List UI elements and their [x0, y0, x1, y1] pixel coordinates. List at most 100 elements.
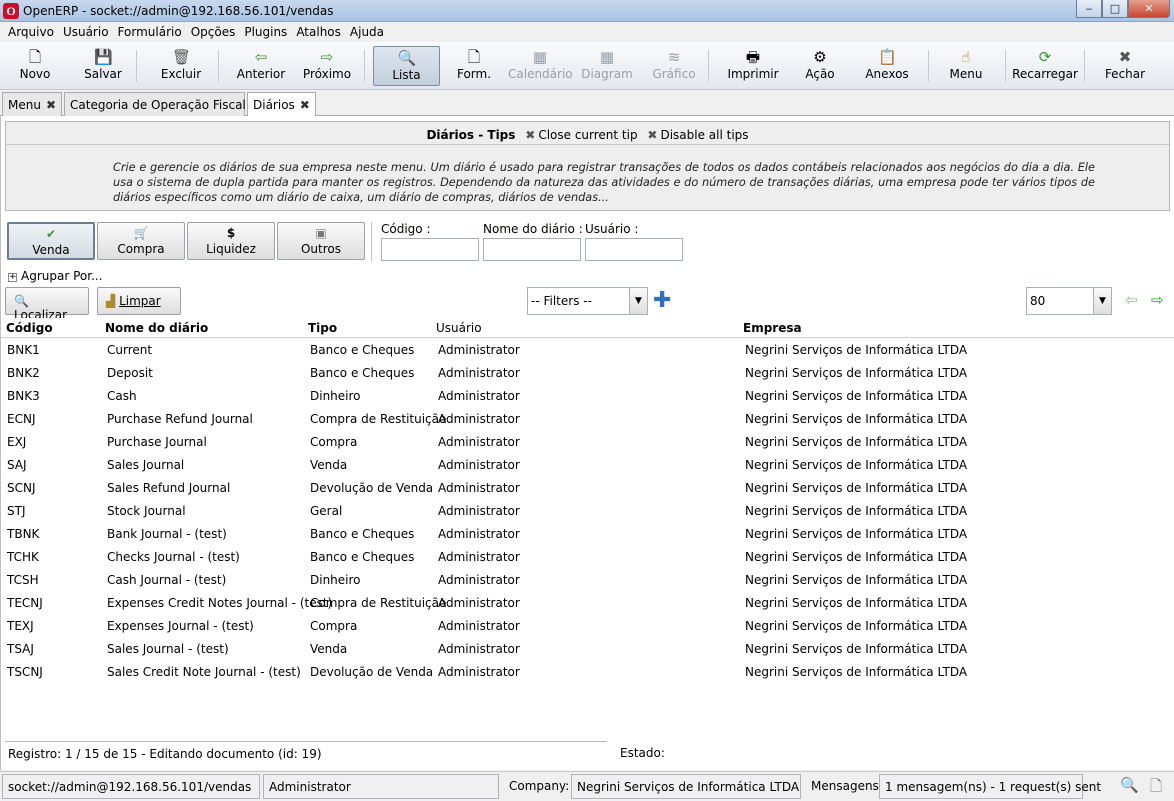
menu-formulario[interactable]: Formulário	[114, 22, 187, 42]
table-row[interactable]: STJ Stock Journal Geral Administrator Negrin…	[1, 499, 1174, 522]
close-current-tip-link[interactable]: ✖ Close current tip	[525, 128, 637, 142]
divider	[371, 222, 372, 262]
filter-liquidez-button[interactable]: $ Liquidez	[187, 222, 275, 260]
maximize-button[interactable]: □	[1102, 0, 1128, 18]
chart-icon: ≋	[667, 48, 681, 66]
window-close-button[interactable]: ✕	[1128, 0, 1170, 18]
toolbar-novo-button[interactable]: 🗋 Novo	[6, 46, 64, 86]
localizar-button[interactable]: 🔍 Localizar	[5, 287, 89, 322]
toolbar-acao-button[interactable]: ⚙ Ação	[794, 46, 846, 86]
toolbar-anexos-button[interactable]: 📋 Anexos	[860, 46, 914, 86]
column-header-empresa[interactable]: Empresa	[743, 321, 802, 335]
table-row[interactable]: TCHK Checks Journal - (test) Banco e Chequ…	[1, 545, 1174, 568]
limit-select[interactable]: 80 ▼	[1026, 287, 1112, 315]
reload-icon: ⟳	[1038, 48, 1052, 66]
menu-opcoes[interactable]: Opções	[187, 22, 241, 42]
disable-all-tips-link[interactable]: ✖ Disable all tips	[647, 128, 748, 142]
tab-categoria-operacao-fiscal[interactable]: Categoria de Operação Fiscal✖	[64, 92, 261, 116]
messages-status: 1 mensagem(ns) - 1 request(s) sent	[879, 774, 1101, 799]
box-icon: ▣	[315, 226, 327, 240]
close-tab-icon[interactable]: ✖	[46, 98, 56, 112]
cell-tipo: Compra de Restituição	[310, 596, 447, 610]
checkmark-icon: ✔	[45, 227, 57, 241]
cell-tipo: Compra	[310, 619, 358, 633]
tab-menu[interactable]: Menu ✖	[2, 92, 62, 116]
menu-usuario[interactable]: Usuário	[59, 22, 114, 42]
chevron-down-icon[interactable]: ▼	[1093, 288, 1111, 314]
cell-tipo: Dinheiro	[310, 389, 361, 403]
toolbar-excluir-button[interactable]: 🗑 Excluir	[150, 46, 212, 86]
table-row[interactable]: TEXJ Expenses Journal - (test) Compra Admin…	[1, 614, 1174, 637]
cell-tipo: Banco e Cheques	[310, 366, 415, 380]
cell-usuario: Administrator	[438, 596, 520, 610]
menu-atalhos[interactable]: Atalhos	[292, 22, 346, 42]
table-row[interactable]: SAJ Sales Journal Venda Administrator Negrin…	[1, 453, 1174, 476]
chevron-down-icon[interactable]: ▼	[629, 288, 647, 314]
toolbar-anterior-button[interactable]: ⇦ Anterior	[232, 46, 290, 86]
clipboard-icon: 📋	[878, 48, 897, 66]
cell-usuario: Administrator	[438, 619, 520, 633]
toolbar-lista-button[interactable]: 🔍 Lista	[373, 46, 440, 86]
table-row[interactable]: TSCNJ Sales Credit Note Journal - (test) D…	[1, 660, 1174, 683]
document-icon[interactable]: 🗋	[1150, 776, 1162, 801]
table-row[interactable]: TBNK Bank Journal - (test) Banco e Cheques…	[1, 522, 1174, 545]
add-filter-icon[interactable]: ✚	[653, 290, 671, 312]
cell-tipo: Banco e Cheques	[310, 343, 415, 357]
broom-icon: ▟	[106, 294, 116, 308]
menu-ajuda[interactable]: Ajuda	[346, 22, 389, 42]
filter-venda-button[interactable]: ✔ Venda	[7, 222, 95, 260]
table-row[interactable]: BNK2 Deposit Banco e Cheques Administrator N…	[1, 361, 1174, 384]
toolbar-salvar-button[interactable]: 💾 Salvar	[74, 46, 132, 86]
search-list-icon: 🔍	[397, 49, 417, 67]
cell-codigo: TCHK	[7, 550, 39, 564]
search-icon[interactable]: 🔍	[1120, 776, 1139, 794]
table-row[interactable]: SCNJ Sales Refund Journal Devolução de Ven…	[1, 476, 1174, 499]
close-tab-icon[interactable]: ✖	[300, 98, 310, 112]
toolbar-fechar-button[interactable]: ✖ Fechar	[1094, 46, 1156, 86]
previous-page-icon[interactable]: ⇦	[1125, 291, 1138, 309]
cell-empresa: Negrini Serviços de Informática LTDA	[745, 458, 968, 472]
menu-plugins[interactable]: Plugins	[240, 22, 292, 42]
table-row[interactable]: BNK1 Current Banco e Cheques Administrator N…	[1, 338, 1174, 361]
table-row[interactable]: EXJ Purchase Journal Compra Administrator Ne…	[1, 430, 1174, 453]
trash-icon: 🗑	[172, 48, 192, 66]
tips-text: Crie e gerencie os diários de sua empres…	[113, 161, 1095, 204]
column-header-nome[interactable]: Nome do diário	[105, 321, 208, 335]
usuario-input[interactable]	[585, 238, 683, 261]
nome-diario-label: Nome do diário :	[483, 222, 583, 236]
filter-outros-button[interactable]: ▣ Outros	[277, 222, 365, 260]
agrupar-por-expander[interactable]: + Agrupar Por...	[8, 269, 103, 283]
cell-nome-diario: Sales Journal	[107, 458, 185, 472]
tab-diarios[interactable]: Diários ✖	[247, 92, 316, 117]
cell-nome-diario: Purchase Journal	[107, 435, 207, 449]
next-page-icon[interactable]: ⇨	[1151, 291, 1164, 309]
toolbar-separator	[1005, 50, 1006, 82]
cell-usuario: Administrator	[438, 412, 520, 426]
cell-nome-diario: Expenses Credit Notes Journal - (test)	[107, 596, 333, 610]
table-row[interactable]: TECNJ Expenses Credit Notes Journal - (te…	[1, 591, 1174, 614]
toolbar-form-button[interactable]: 🗋 Form.	[448, 46, 500, 86]
minimize-button[interactable]: ‒	[1076, 0, 1102, 18]
menu-arquivo[interactable]: Arquivo	[4, 22, 59, 42]
table-row[interactable]: BNK3 Cash Dinheiro Administrator Negrini Ser…	[1, 384, 1174, 407]
nome-diario-input[interactable]	[483, 238, 581, 261]
table-row[interactable]: ECNJ Purchase Refund Journal Compra de Res…	[1, 407, 1174, 430]
column-header-usuario[interactable]: Usuário	[436, 321, 482, 335]
toolbar-recarregar-button[interactable]: ⟳ Recarregar	[1012, 46, 1078, 86]
toolbar-menu-button[interactable]: ☝ Menu	[940, 46, 992, 86]
cell-empresa: Negrini Serviços de Informática LTDA	[745, 504, 968, 518]
connection-status: socket://admin@192.168.56.101/vendas	[2, 774, 260, 799]
limpar-button[interactable]: ▟ Limpar	[97, 287, 181, 315]
column-header-codigo[interactable]: Código	[6, 321, 53, 335]
toolbar-imprimir-button[interactable]: 🖶 Imprimir	[720, 46, 786, 86]
table-row[interactable]: TSAJ Sales Journal - (test) Venda Administr…	[1, 637, 1174, 660]
filters-select[interactable]: -- Filters -- ▼	[527, 287, 648, 315]
toolbar-proximo-button[interactable]: ⇨ Próximo	[298, 46, 356, 86]
filter-compra-button[interactable]: 🛒 Compra	[97, 222, 185, 260]
close-icon: ✖	[525, 128, 536, 142]
codigo-input[interactable]	[381, 238, 479, 261]
column-header-tipo[interactable]: Tipo	[308, 321, 337, 335]
cell-usuario: Administrator	[438, 573, 520, 587]
cell-usuario: Administrator	[438, 665, 520, 679]
table-row[interactable]: TCSH Cash Journal - (test) Dinheiro Adminis…	[1, 568, 1174, 591]
